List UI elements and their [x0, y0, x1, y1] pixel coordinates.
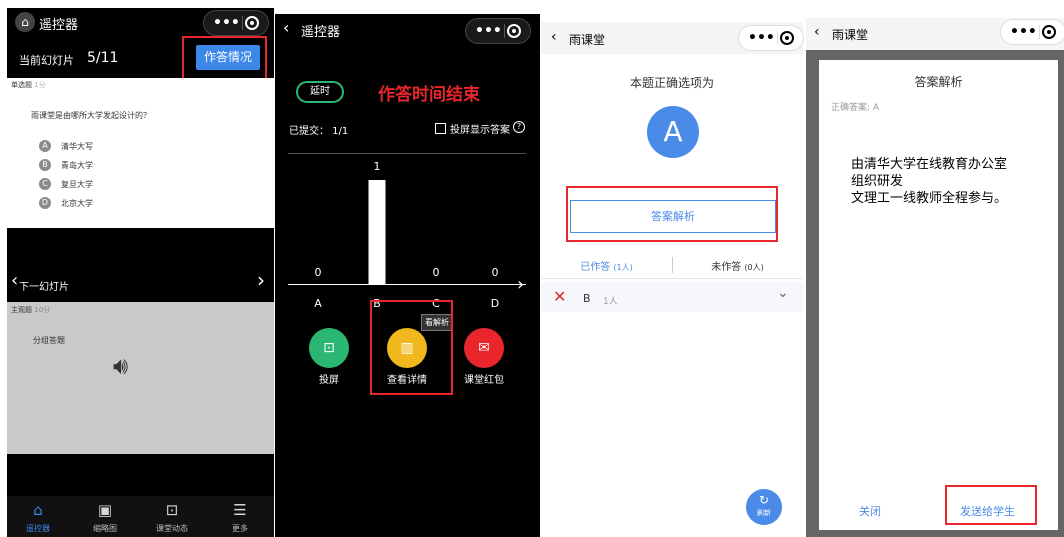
option-b-text: 青岛大学: [61, 161, 93, 170]
option-c-circle: C: [39, 178, 51, 190]
next-slide-label[interactable]: 下一幻灯片: [19, 278, 69, 293]
tab-remote-icon[interactable]: ⌂: [23, 501, 53, 519]
time-over-status: 作答时间结束: [378, 85, 480, 105]
wrong-mark-icon: ✕: [553, 287, 567, 306]
tab-underline: [541, 278, 803, 279]
slide-preview-question[interactable]: 单选题 1分 雨课堂是由哪所大学发起设计的？ A 清华大写 B 青岛大学 C 复…: [7, 78, 274, 228]
correct-answer-label: 正确答案: A: [831, 103, 880, 113]
window-title: 雨课堂: [832, 28, 869, 42]
bar-b: [368, 180, 386, 284]
refresh-icon: ↻: [758, 493, 770, 507]
dialog-title: 答案解析: [914, 75, 963, 89]
highlight-box: [182, 36, 267, 84]
panel-analysis-dialog: ‹ 雨课堂 ••• 答案解析 正确答案: A 由清华大学在线教育办公室 组织研发…: [806, 18, 1064, 537]
mini-program-capsule[interactable]: •••: [465, 18, 531, 44]
option-a-circle: A: [39, 140, 51, 152]
panel-correct-answer: ‹ 雨课堂 ••• 本题正确选项为 A 答案解析 已作答 (1人) 未作答 (0…: [541, 22, 804, 537]
tab-unanswered[interactable]: 未作答 (0人): [672, 258, 803, 273]
analysis-line-3: 文理工一线教师全程参与。: [851, 191, 1008, 206]
show-answer-label[interactable]: 投屏显示答案: [450, 121, 510, 136]
back-icon[interactable]: ‹: [283, 18, 289, 37]
wrong-option-letter: B: [583, 292, 591, 305]
tab-more[interactable]: 更多: [210, 523, 270, 534]
slide-label: 当前幻灯片: [19, 54, 74, 67]
tab-thumbnail[interactable]: 缩略图: [75, 523, 135, 534]
close-button[interactable]: 关闭: [859, 503, 881, 519]
show-answer-checkbox[interactable]: [435, 123, 446, 134]
category-label-d: D: [490, 297, 500, 310]
bar-value-b: 1: [373, 160, 381, 173]
option-b-circle: B: [39, 159, 51, 171]
chart-scroll-arrow-icon[interactable]: ›: [517, 274, 524, 295]
panel-answer-stats: ‹ 遥控器 ••• 延时 作答时间结束 已提交： 1/1 投屏显示答案 ? › …: [275, 14, 540, 537]
answer-letter-badge: A: [647, 106, 699, 158]
option-d-circle: D: [39, 197, 51, 209]
bottom-tab-bar: ⌂ 遥控器 ▣ 缩略图 ⊡ 课堂动态 ☰ 更多: [7, 496, 274, 537]
correct-option-title: 本题正确选项为: [629, 76, 714, 90]
next-slide-arrow-icon[interactable]: ›: [257, 268, 265, 292]
close-target-icon[interactable]: [506, 24, 521, 38]
analysis-dialog: 答案解析 正确答案: A 由清华大学在线教育办公室 组织研发 文理工一线教师全程…: [819, 60, 1058, 530]
refresh-label: 刷新: [757, 509, 771, 517]
tab-remote[interactable]: 遥控器: [8, 523, 68, 534]
window-title: 遥控器: [301, 25, 341, 40]
option-c-text: 复旦大学: [61, 180, 93, 189]
bar-value-a: 0: [314, 266, 322, 279]
more-icon[interactable]: •••: [475, 23, 502, 39]
more-icon[interactable]: •••: [748, 30, 775, 46]
question2-type-label: 主观题 10分: [11, 306, 51, 314]
question-text: 雨课堂是由哪所大学发起设计的？: [31, 111, 151, 120]
highlight-box: [370, 300, 453, 395]
more-icon[interactable]: •••: [1010, 24, 1037, 40]
close-target-icon[interactable]: [779, 31, 794, 45]
speaker-icon[interactable]: 🔊︎: [113, 352, 128, 380]
mini-program-capsule[interactable]: •••: [1000, 19, 1064, 45]
tab-activity-icon[interactable]: ⊡: [157, 501, 187, 519]
tab-activity[interactable]: 课堂动态: [142, 523, 202, 534]
question-type-label: 单选题 1分: [11, 81, 46, 89]
back-icon[interactable]: ‹: [814, 24, 820, 40]
highlight-box: [945, 485, 1037, 525]
submitted-count: 已提交： 1/1: [289, 126, 349, 137]
red-packet-label[interactable]: 课堂红包: [449, 371, 519, 386]
slide-counter: 5/11: [87, 50, 119, 66]
highlight-box: [566, 186, 778, 242]
tab-answered[interactable]: 已作答 (1人): [541, 258, 672, 273]
bar-value-d: 0: [491, 266, 499, 279]
bar-value-c: 0: [432, 266, 440, 279]
answer-bar-chart: [368, 180, 386, 284]
tab-thumbnail-icon[interactable]: ▣: [90, 501, 120, 519]
project-screen-label[interactable]: 投屏: [294, 371, 364, 386]
wrong-option-count: 1人: [603, 297, 618, 307]
extend-time-button[interactable]: 延时: [296, 81, 344, 103]
chart-baseline: [288, 284, 526, 285]
tab-more-icon[interactable]: ☰: [225, 501, 255, 519]
help-icon[interactable]: ?: [513, 121, 525, 133]
window-title: 遥控器: [39, 18, 79, 33]
project-screen-button[interactable]: ⊡: [309, 328, 349, 368]
close-target-icon[interactable]: [1041, 25, 1056, 39]
slide-preview-subjective[interactable]: 主观题 10分 分组答题 🔊︎: [7, 302, 274, 454]
question2-text: 分组答题: [33, 336, 65, 345]
panel-remote-control: ⌂ 遥控器 ••• 当前幻灯片 5/11 作答情况 单选题 1分 雨课堂是由哪所…: [7, 8, 274, 537]
home-icon[interactable]: ⌂: [15, 12, 35, 32]
wrong-answer-row[interactable]: [541, 282, 803, 312]
red-packet-button[interactable]: ✉︎: [464, 328, 504, 368]
option-a-text: 清华大写: [61, 142, 93, 151]
expand-chevron-icon[interactable]: ⌄: [777, 285, 789, 301]
mini-program-capsule[interactable]: •••: [738, 25, 804, 51]
window-title: 雨课堂: [569, 33, 606, 47]
mini-program-capsule[interactable]: •••: [203, 10, 269, 36]
more-icon[interactable]: •••: [213, 15, 240, 31]
option-d-text: 北京大学: [61, 199, 93, 208]
prev-slide-arrow-icon[interactable]: ‹: [11, 270, 18, 291]
close-target-icon[interactable]: [244, 16, 259, 30]
refresh-button[interactable]: ↻ 刷新: [746, 489, 782, 525]
category-label-a: A: [314, 297, 322, 310]
back-icon[interactable]: ‹: [551, 29, 557, 45]
